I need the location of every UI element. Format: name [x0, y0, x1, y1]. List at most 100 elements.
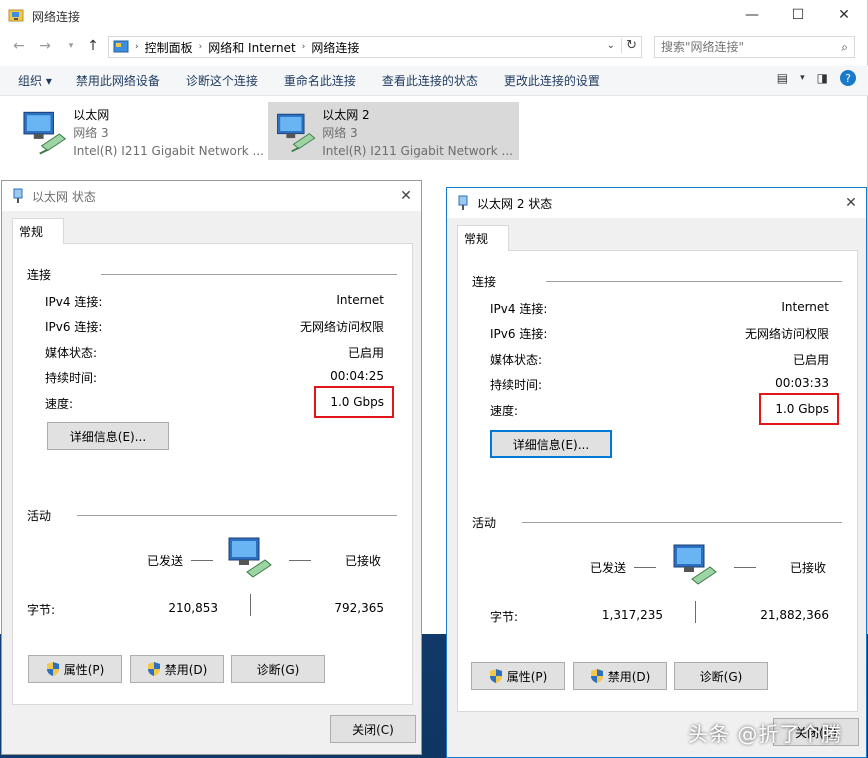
ethernet-plug-icon — [458, 195, 468, 210]
media-state-value: 已启用 — [792, 353, 829, 367]
organize-menu[interactable]: 组织 ▾ — [10, 72, 60, 89]
close-button[interactable]: 关闭(C) — [330, 715, 416, 743]
refresh-icon[interactable]: ↻ — [621, 38, 637, 53]
bytes-received-value: 792,365 — [334, 601, 384, 615]
group-divider — [101, 274, 397, 275]
speed-label: 速度: — [45, 397, 74, 411]
ethernet-2-status-dialog: 以太网 2 状态 ✕ 常规 连接 IPv4 连接: Internet IPv6 … — [446, 187, 867, 758]
tab-general[interactable]: 常规 — [12, 218, 64, 244]
dialog-title: 以太网 2 状态 — [477, 196, 553, 211]
search-box[interactable]: ⌕ — [654, 36, 855, 58]
help-icon[interactable]: ? — [840, 70, 856, 86]
duration-label: 持续时间: — [490, 378, 543, 392]
dialog-title: 以太网 状态 — [32, 189, 96, 204]
bytes-label: 字节: — [27, 603, 56, 617]
view-status-command[interactable]: 查看此连接的状态 — [374, 72, 486, 89]
speed-label: 速度: — [490, 404, 519, 418]
search-input[interactable] — [661, 40, 821, 54]
address-row: ← → ▾ ↑ › 控制面板 › 网络和 Internet › 网络连接 ⌄ ↻… — [0, 34, 868, 60]
ipv4-label: IPv4 连接: — [490, 302, 548, 316]
activity-group-label: 活动 — [472, 516, 497, 530]
properties-button-label: 属性(P) — [506, 669, 548, 684]
up-arrow-icon[interactable]: ↑ — [84, 38, 102, 54]
group-divider — [77, 515, 397, 516]
disable-button-label: 禁用(D) — [164, 662, 208, 677]
command-bar: 组织 ▾ 禁用此网络设备 诊断这个连接 重命名此连接 查看此连接的状态 更改此连… — [0, 66, 868, 96]
watermark-text: 头条 @折了个腾 — [688, 722, 843, 746]
ethernet-plug-icon — [13, 188, 23, 203]
duration-label: 持续时间: — [45, 371, 98, 385]
recent-dropdown-icon[interactable]: ▾ — [62, 41, 80, 51]
window-title: 网络连接 — [32, 9, 81, 24]
tab-general[interactable]: 常规 — [457, 225, 509, 251]
activity-dash — [734, 567, 756, 568]
network-item-texts: 以太网 网络 3 Intel(R) I211 Gigabit Network .… — [73, 106, 264, 158]
breadcrumb-separator-icon[interactable]: › — [199, 42, 203, 52]
ipv6-value: 无网络访问权限 — [299, 320, 384, 334]
group-divider — [546, 281, 842, 282]
breadcrumb-control-panel[interactable]: 控制面板 — [145, 39, 193, 56]
speed-highlight-box — [759, 393, 839, 425]
chevron-down-icon[interactable]: ▾ — [800, 73, 805, 83]
properties-button[interactable]: 属性(P) — [28, 655, 122, 683]
received-label: 已接收 — [345, 554, 382, 568]
network-item-name: 以太网 2 — [322, 108, 370, 122]
duration-value: 00:03:33 — [775, 376, 829, 390]
ethernet-status-dialog: 以太网 状态 ✕ 常规 连接 IPv4 连接: Internet IPv6 连接… — [1, 180, 422, 755]
bytes-received-value: 21,882,366 — [760, 608, 829, 622]
general-panel: 连接 IPv4 连接: Internet IPv6 连接: 无网络访问权限 媒体… — [457, 250, 858, 712]
sent-label: 已发送 — [147, 554, 184, 568]
search-icon[interactable]: ⌕ — [841, 40, 848, 55]
media-state-label: 媒体状态: — [45, 346, 98, 360]
close-window-button[interactable]: ✕ — [821, 0, 867, 30]
properties-button[interactable]: 属性(P) — [471, 662, 565, 690]
network-item-adapter: Intel(R) I211 Gigabit Network ... — [73, 144, 264, 158]
details-button[interactable]: 详细信息(E)... — [47, 422, 169, 450]
network-adapter-icon — [23, 111, 67, 155]
breadcrumb-network-internet[interactable]: 网络和 Internet — [208, 39, 295, 56]
view-mode-icon[interactable]: ▤ — [777, 71, 788, 85]
breadcrumb-separator-icon[interactable]: › — [302, 42, 306, 52]
uac-shield-icon — [489, 669, 502, 683]
activity-dash — [191, 560, 213, 561]
received-label: 已接收 — [790, 561, 827, 575]
maximize-button[interactable]: ☐ — [775, 0, 821, 30]
forward-arrow-icon[interactable]: → — [36, 38, 54, 54]
activity-dash — [634, 567, 656, 568]
back-arrow-icon[interactable]: ← — [10, 38, 28, 54]
duration-value: 00:04:25 — [330, 369, 384, 383]
ipv6-value: 无网络访问权限 — [744, 327, 829, 341]
network-item-ethernet[interactable]: 以太网 网络 3 Intel(R) I211 Gigabit Network .… — [14, 102, 270, 160]
network-item-network: 网络 3 — [322, 126, 358, 140]
close-icon[interactable]: ✕ — [836, 188, 866, 218]
chevron-down-icon[interactable]: ⌄ — [607, 40, 615, 51]
rename-connection-command[interactable]: 重命名此连接 — [276, 72, 364, 89]
network-activity-icon — [673, 544, 717, 585]
diagnose-button[interactable]: 诊断(G) — [674, 662, 768, 690]
disable-button-label: 禁用(D) — [607, 669, 651, 684]
close-icon[interactable]: ✕ — [391, 181, 421, 211]
disable-device-command[interactable]: 禁用此网络设备 — [68, 72, 168, 89]
diagnose-connection-command[interactable]: 诊断这个连接 — [178, 72, 266, 89]
activity-dash — [289, 560, 311, 561]
minimize-button[interactable]: — — [729, 0, 775, 30]
address-bar[interactable]: › 控制面板 › 网络和 Internet › 网络连接 ⌄ ↻ — [108, 36, 642, 58]
media-state-value: 已启用 — [347, 346, 384, 360]
change-settings-command[interactable]: 更改此连接的设置 — [496, 72, 608, 89]
disable-button[interactable]: 禁用(D) — [130, 655, 224, 683]
window-controls: — ☐ ✕ — [729, 0, 867, 30]
preview-pane-icon[interactable]: ◨ — [817, 71, 828, 85]
network-item-ethernet-2[interactable]: 以太网 2 网络 3 Intel(R) I211 Gigabit Network… — [268, 102, 519, 160]
network-item-name: 以太网 — [73, 108, 110, 122]
properties-button-label: 属性(P) — [63, 662, 105, 677]
view-options: ▤ ▾ ◨ ? — [777, 70, 868, 86]
ipv6-label: IPv6 连接: — [45, 320, 103, 334]
breadcrumb-network-connections[interactable]: 网络连接 — [311, 39, 359, 56]
uac-shield-icon — [46, 662, 59, 676]
disable-button[interactable]: 禁用(D) — [573, 662, 667, 690]
dialog-titlebar: 以太网 状态 — [2, 181, 421, 211]
diagnose-button[interactable]: 诊断(G) — [231, 655, 325, 683]
details-button[interactable]: 详细信息(E)... — [490, 430, 612, 458]
speed-highlight-box — [314, 386, 394, 418]
activity-group-label: 活动 — [27, 509, 52, 523]
